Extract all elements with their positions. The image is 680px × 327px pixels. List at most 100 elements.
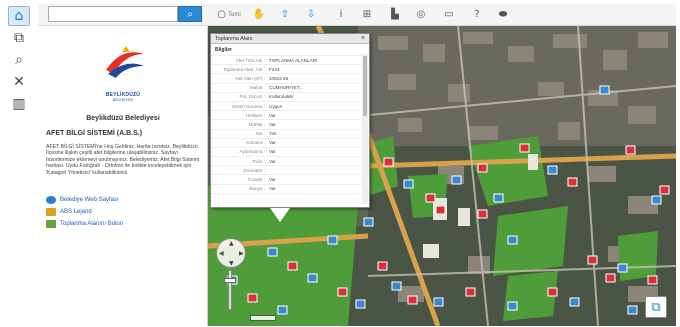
pan-control[interactable]: ▲ ▼ ◀ ▶ [216,238,246,268]
coordinate-button[interactable]: ⊞ [358,7,376,22]
map-marker[interactable] [363,217,374,227]
map-marker[interactable] [493,193,504,203]
basemap-switch-button[interactable]: ⧉ [645,296,667,318]
panel-link[interactable]: Belediye Web Sayfası [46,196,119,204]
map-marker[interactable] [647,275,658,285]
pan-up-icon[interactable]: ▲ [229,240,234,247]
measure-button[interactable]: ⬬ [494,7,512,22]
close-icon[interactable]: × [361,34,365,44]
popup-row-key: Toplanma Alan. Adı : [223,66,265,72]
map-marker[interactable] [659,185,670,195]
building-button[interactable]: ▙ [386,7,404,22]
print-button[interactable]: ▭ [440,7,458,22]
map-marker[interactable] [403,179,414,189]
popup-row-key: Tuvalet : [247,177,265,183]
popup-row-key: Helikam : [245,112,265,118]
map-marker[interactable] [425,193,436,203]
search-button[interactable]: ⌕ [178,6,202,22]
map-marker[interactable] [435,205,446,215]
left-tool-button[interactable]: ▥ [8,94,30,114]
map-marker[interactable] [477,163,488,173]
map-marker[interactable] [519,143,530,153]
print-icon: ▭ [444,9,454,20]
zoom-slider[interactable] [228,270,232,310]
pan-right-icon[interactable]: ▶ [239,250,244,257]
clear-button[interactable]: ○ Temi [214,7,244,22]
popup-attribute-list: Afet Türü Adı : TOPLANMA ALANLARI Toplanma… [211,56,369,194]
pan-hand-button[interactable]: ✋ [250,7,268,22]
scrollbar-thumb[interactable] [363,56,367,116]
map-marker[interactable] [337,287,348,297]
map-marker[interactable] [433,297,444,307]
map-marker[interactable] [307,273,318,283]
map-marker[interactable] [567,177,578,187]
left-tool-button[interactable]: ⌕ [8,50,30,70]
zoom-slider-handle[interactable] [224,278,236,283]
map-marker[interactable] [287,261,298,271]
popup-row-value: Var [269,186,276,192]
popup-row-value: Yok [269,131,277,137]
basemap-icon: ⧉ [651,299,661,315]
left-tool-button[interactable]: ⧉ [8,28,30,48]
globe-link-icon [46,196,56,204]
map-marker[interactable] [625,145,636,155]
popup-row-value: 34624.68 [269,75,289,81]
popup-row-value: Var [269,177,276,183]
pan-left-icon[interactable]: ◀ [219,250,224,257]
help-icon: ? [474,9,480,20]
search-icon: ⌕ [187,8,193,20]
radio-icon: ○ [217,9,227,20]
popup-row: Zemin Durumu : Uygun [211,102,369,112]
popup-row: Mahal : CUMHURİYET... [211,84,369,93]
municipality-logo [106,46,144,78]
panel-link[interactable]: Toplanma Alanını Bulun [46,220,123,228]
map-marker[interactable] [507,301,518,311]
search-input[interactable] [48,6,178,22]
assembly-area-popup: Toplanma Alanı × Bilgiler Afet Türü Adı … [210,33,370,208]
map-marker[interactable] [355,299,366,309]
popup-row-key: Banyo : [249,186,265,192]
map-marker[interactable] [627,305,638,315]
popup-scrollbar[interactable] [362,54,368,204]
map-marker[interactable] [391,281,402,291]
help-button[interactable]: ? [468,7,486,22]
popup-row-key: Net Alan (m²) : [235,75,265,81]
map-marker[interactable] [617,263,628,273]
left-tool-button[interactable]: ✕ [8,72,30,92]
map-marker[interactable] [383,157,394,167]
pan-down-icon[interactable]: ▼ [229,260,234,267]
map-marker[interactable] [651,195,662,205]
map-marker[interactable] [599,85,610,95]
popup-row-key: Zemin Durumu : [232,103,265,109]
globe-button[interactable]: ◎ [412,7,430,22]
popup-row-key: Afet Türü Adı : [235,57,265,63]
map-marker[interactable] [451,175,462,185]
map-marker[interactable] [327,235,338,245]
zoom-in-icon: ⇧ [280,9,290,20]
map-marker[interactable] [547,287,558,297]
map-marker[interactable] [605,273,616,283]
map-marker[interactable] [507,235,518,245]
map-marker[interactable] [247,293,258,303]
map-marker[interactable] [407,295,418,305]
map-marker[interactable] [587,255,598,265]
map-marker[interactable] [477,209,488,219]
left-tool-button[interactable]: ⌂ [8,6,30,26]
scale-bar [250,315,276,321]
map-marker[interactable] [277,305,288,315]
map-marker[interactable] [267,247,278,257]
zoom-in-button[interactable]: ⇧ [276,7,294,22]
zoom-out-icon: ⇩ [306,9,316,20]
map-marker[interactable] [465,287,476,297]
popup-row: Afet Türü Adı : TOPLANMA ALANLARI [211,56,369,66]
map-marker[interactable] [377,261,388,271]
info-button[interactable]: i [332,7,350,22]
map-marker[interactable] [547,165,558,175]
zoom-out-button[interactable]: ⇩ [302,7,320,22]
map-marker[interactable] [569,297,580,307]
panel-link[interactable]: ABS Lejand [46,208,92,216]
popup-row-key: Mutfak : [248,121,265,127]
layers-icon: ⧉ [14,30,24,46]
home-icon: ⌂ [14,8,24,24]
building-icon: ▙ [391,9,399,20]
